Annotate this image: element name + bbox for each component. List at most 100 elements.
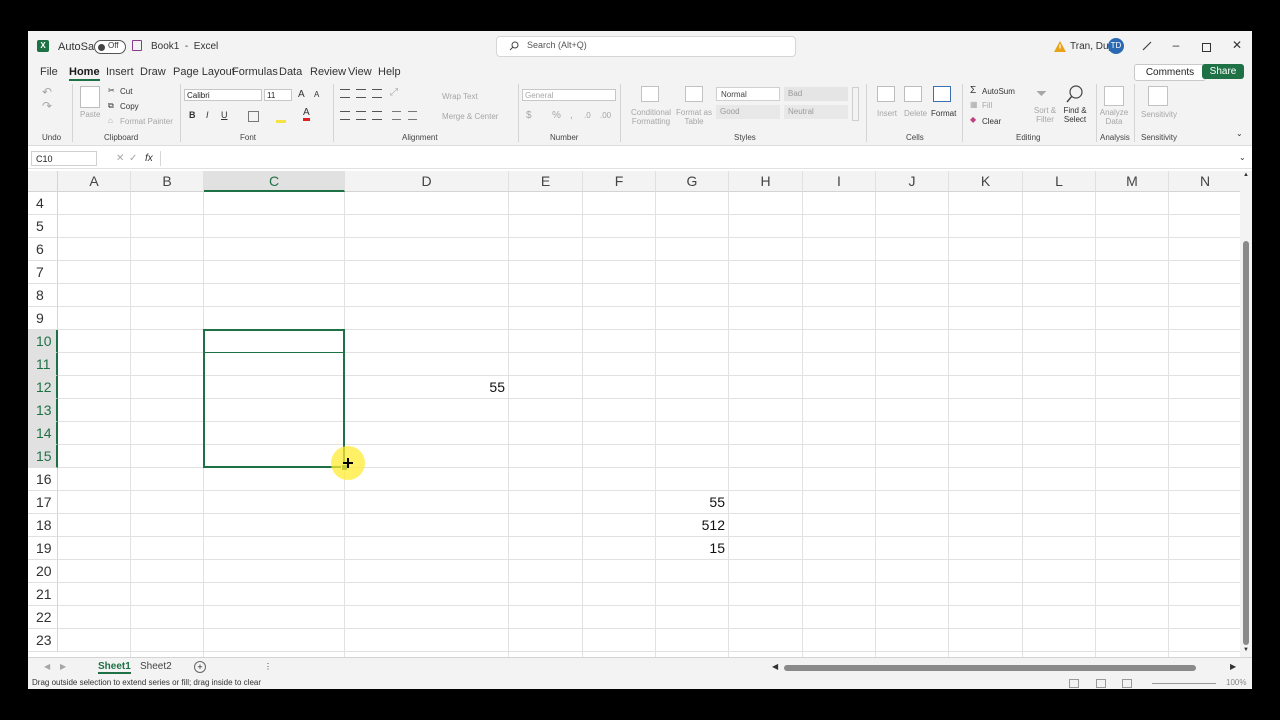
share-button[interactable]: Share	[1202, 64, 1244, 79]
row-header-17[interactable]: 17	[28, 491, 58, 514]
paste-label[interactable]: Paste	[80, 110, 100, 119]
row-header-16[interactable]: 16	[28, 468, 58, 491]
warning-icon[interactable]	[1054, 41, 1066, 52]
style-neutral[interactable]: Neutral	[784, 105, 848, 119]
copy-label[interactable]: Copy	[120, 102, 139, 111]
style-good[interactable]: Good	[716, 105, 780, 119]
clear-label[interactable]: Clear	[982, 117, 1001, 126]
grow-font-button[interactable]: A	[298, 89, 305, 100]
column-header-c[interactable]: C	[204, 171, 345, 192]
clear-icon[interactable]: ◆	[970, 115, 976, 124]
autosum-label[interactable]: AutoSum	[982, 87, 1015, 96]
sensitivity-label[interactable]: Sensitivity	[1141, 110, 1177, 119]
right-align-icon[interactable]	[372, 111, 382, 120]
tab-sheet1[interactable]: Sheet1	[98, 661, 131, 674]
column-header-g[interactable]: G	[656, 171, 729, 192]
row-header-9[interactable]: 9	[28, 307, 58, 330]
percent-button[interactable]: %	[552, 110, 561, 121]
scroll-down-icon[interactable]: ▼	[1243, 647, 1249, 653]
cancel-entry-icon[interactable]: ✕	[116, 153, 124, 164]
worksheet-grid[interactable]: ABCDEFGHIJKLMN 4 5 6 7 8 9 10 11 12 13 14 15 16 17 18 1…	[28, 171, 1240, 657]
user-avatar[interactable]: TD	[1108, 38, 1124, 54]
column-header-d[interactable]: D	[345, 171, 509, 192]
paste-icon[interactable]	[80, 86, 100, 108]
comma-icon[interactable]: ,	[570, 110, 573, 121]
row-header-21[interactable]: 21	[28, 583, 58, 606]
bold-button[interactable]: B	[189, 110, 196, 120]
menu-file[interactable]: File	[40, 66, 58, 78]
row-header-7[interactable]: 7	[28, 261, 58, 284]
select-all-corner[interactable]	[28, 171, 58, 192]
expand-formula-icon[interactable]: ⌄	[1239, 153, 1246, 162]
analyze-data-label[interactable]: Analyze Data	[1098, 108, 1130, 126]
column-header-n[interactable]: N	[1169, 171, 1240, 192]
style-bad[interactable]: Bad	[784, 87, 848, 101]
save-icon[interactable]	[132, 40, 142, 51]
formula-input[interactable]	[160, 151, 1235, 166]
merge-center-button[interactable]: Merge & Center	[442, 112, 498, 121]
insert-cells-icon[interactable]	[877, 86, 895, 102]
minimize-button[interactable]: –	[1166, 38, 1186, 52]
row-header-12[interactable]: 12	[28, 376, 58, 399]
column-header-i[interactable]: I	[803, 171, 876, 192]
row-header-19[interactable]: 19	[28, 537, 58, 560]
italic-button[interactable]: I	[206, 110, 209, 120]
undo-icon[interactable]: ↶	[42, 85, 52, 99]
font-name-dropdown[interactable]: Calibri	[184, 89, 262, 101]
decrease-decimal-icon[interactable]: .00	[600, 111, 611, 120]
add-sheet-icon[interactable]: +	[194, 661, 206, 673]
page-layout-view-icon[interactable]	[1096, 679, 1106, 688]
conditional-formatting-label[interactable]: Conditional Formatting	[626, 108, 676, 126]
menu-insert[interactable]: Insert	[106, 66, 134, 78]
top-align-icon[interactable]	[340, 89, 350, 98]
tab-options-icon[interactable]: ⋮	[264, 662, 272, 671]
vertical-scrollbar[interactable]: ▲ ▼	[1240, 171, 1252, 657]
font-size-dropdown[interactable]: 11	[264, 89, 292, 101]
pen-icon[interactable]	[1142, 41, 1152, 51]
sort-filter-icon[interactable]: ⏷	[1036, 85, 1047, 102]
bottom-align-icon[interactable]	[372, 89, 382, 98]
wrap-text-button[interactable]: Wrap Text	[442, 92, 478, 101]
menu-page-layout[interactable]: Page Layout	[173, 66, 235, 78]
row-header-13[interactable]: 13	[28, 399, 58, 422]
vertical-scroll-thumb[interactable]	[1243, 241, 1249, 645]
fill-icon[interactable]: ▦	[970, 100, 978, 109]
format-cells-icon[interactable]	[933, 86, 951, 102]
zoom-level[interactable]: 100%	[1226, 678, 1246, 687]
menu-view[interactable]: View	[348, 66, 372, 78]
row-header-4[interactable]: 4	[28, 192, 58, 215]
column-header-e[interactable]: E	[509, 171, 583, 192]
active-cell[interactable]	[204, 330, 343, 353]
row-header-14[interactable]: 14	[28, 422, 58, 445]
column-header-k[interactable]: K	[949, 171, 1023, 192]
orientation-icon[interactable]: ⤢	[390, 87, 398, 98]
row-header-8[interactable]: 8	[28, 284, 58, 307]
column-header-h[interactable]: H	[729, 171, 803, 192]
left-align-icon[interactable]	[340, 111, 350, 120]
row-header-22[interactable]: 22	[28, 606, 58, 629]
style-normal[interactable]: Normal	[716, 87, 780, 101]
next-sheet-icon[interactable]: ▶	[60, 662, 66, 671]
menu-formulas[interactable]: Formulas	[232, 66, 278, 78]
column-header-m[interactable]: M	[1096, 171, 1169, 192]
search-box[interactable]: Search (Alt+Q)	[496, 36, 796, 57]
format-painter-label[interactable]: Format Painter	[120, 117, 173, 126]
zoom-slider[interactable]	[1152, 683, 1216, 684]
horizontal-scroll-thumb[interactable]	[784, 665, 1196, 671]
menu-help[interactable]: Help	[378, 66, 401, 78]
menu-home[interactable]: Home	[69, 66, 100, 81]
format-as-table-icon[interactable]	[685, 86, 703, 102]
number-format-dropdown[interactable]: General	[522, 89, 616, 101]
cell-g17[interactable]: 55	[656, 491, 725, 514]
analyze-data-icon[interactable]	[1104, 86, 1124, 106]
column-header-b[interactable]: B	[131, 171, 204, 192]
column-header-f[interactable]: F	[583, 171, 656, 192]
copy-icon[interactable]: ⧉	[108, 101, 114, 111]
fill-label[interactable]: Fill	[982, 101, 992, 110]
middle-align-icon[interactable]	[356, 89, 366, 98]
comments-button[interactable]: Comments	[1134, 64, 1206, 81]
redo-icon[interactable]: ↷	[42, 99, 52, 113]
confirm-entry-icon[interactable]: ✓	[129, 153, 137, 164]
row-header-23[interactable]: 23	[28, 629, 58, 652]
name-box[interactable]: C10	[31, 151, 97, 166]
